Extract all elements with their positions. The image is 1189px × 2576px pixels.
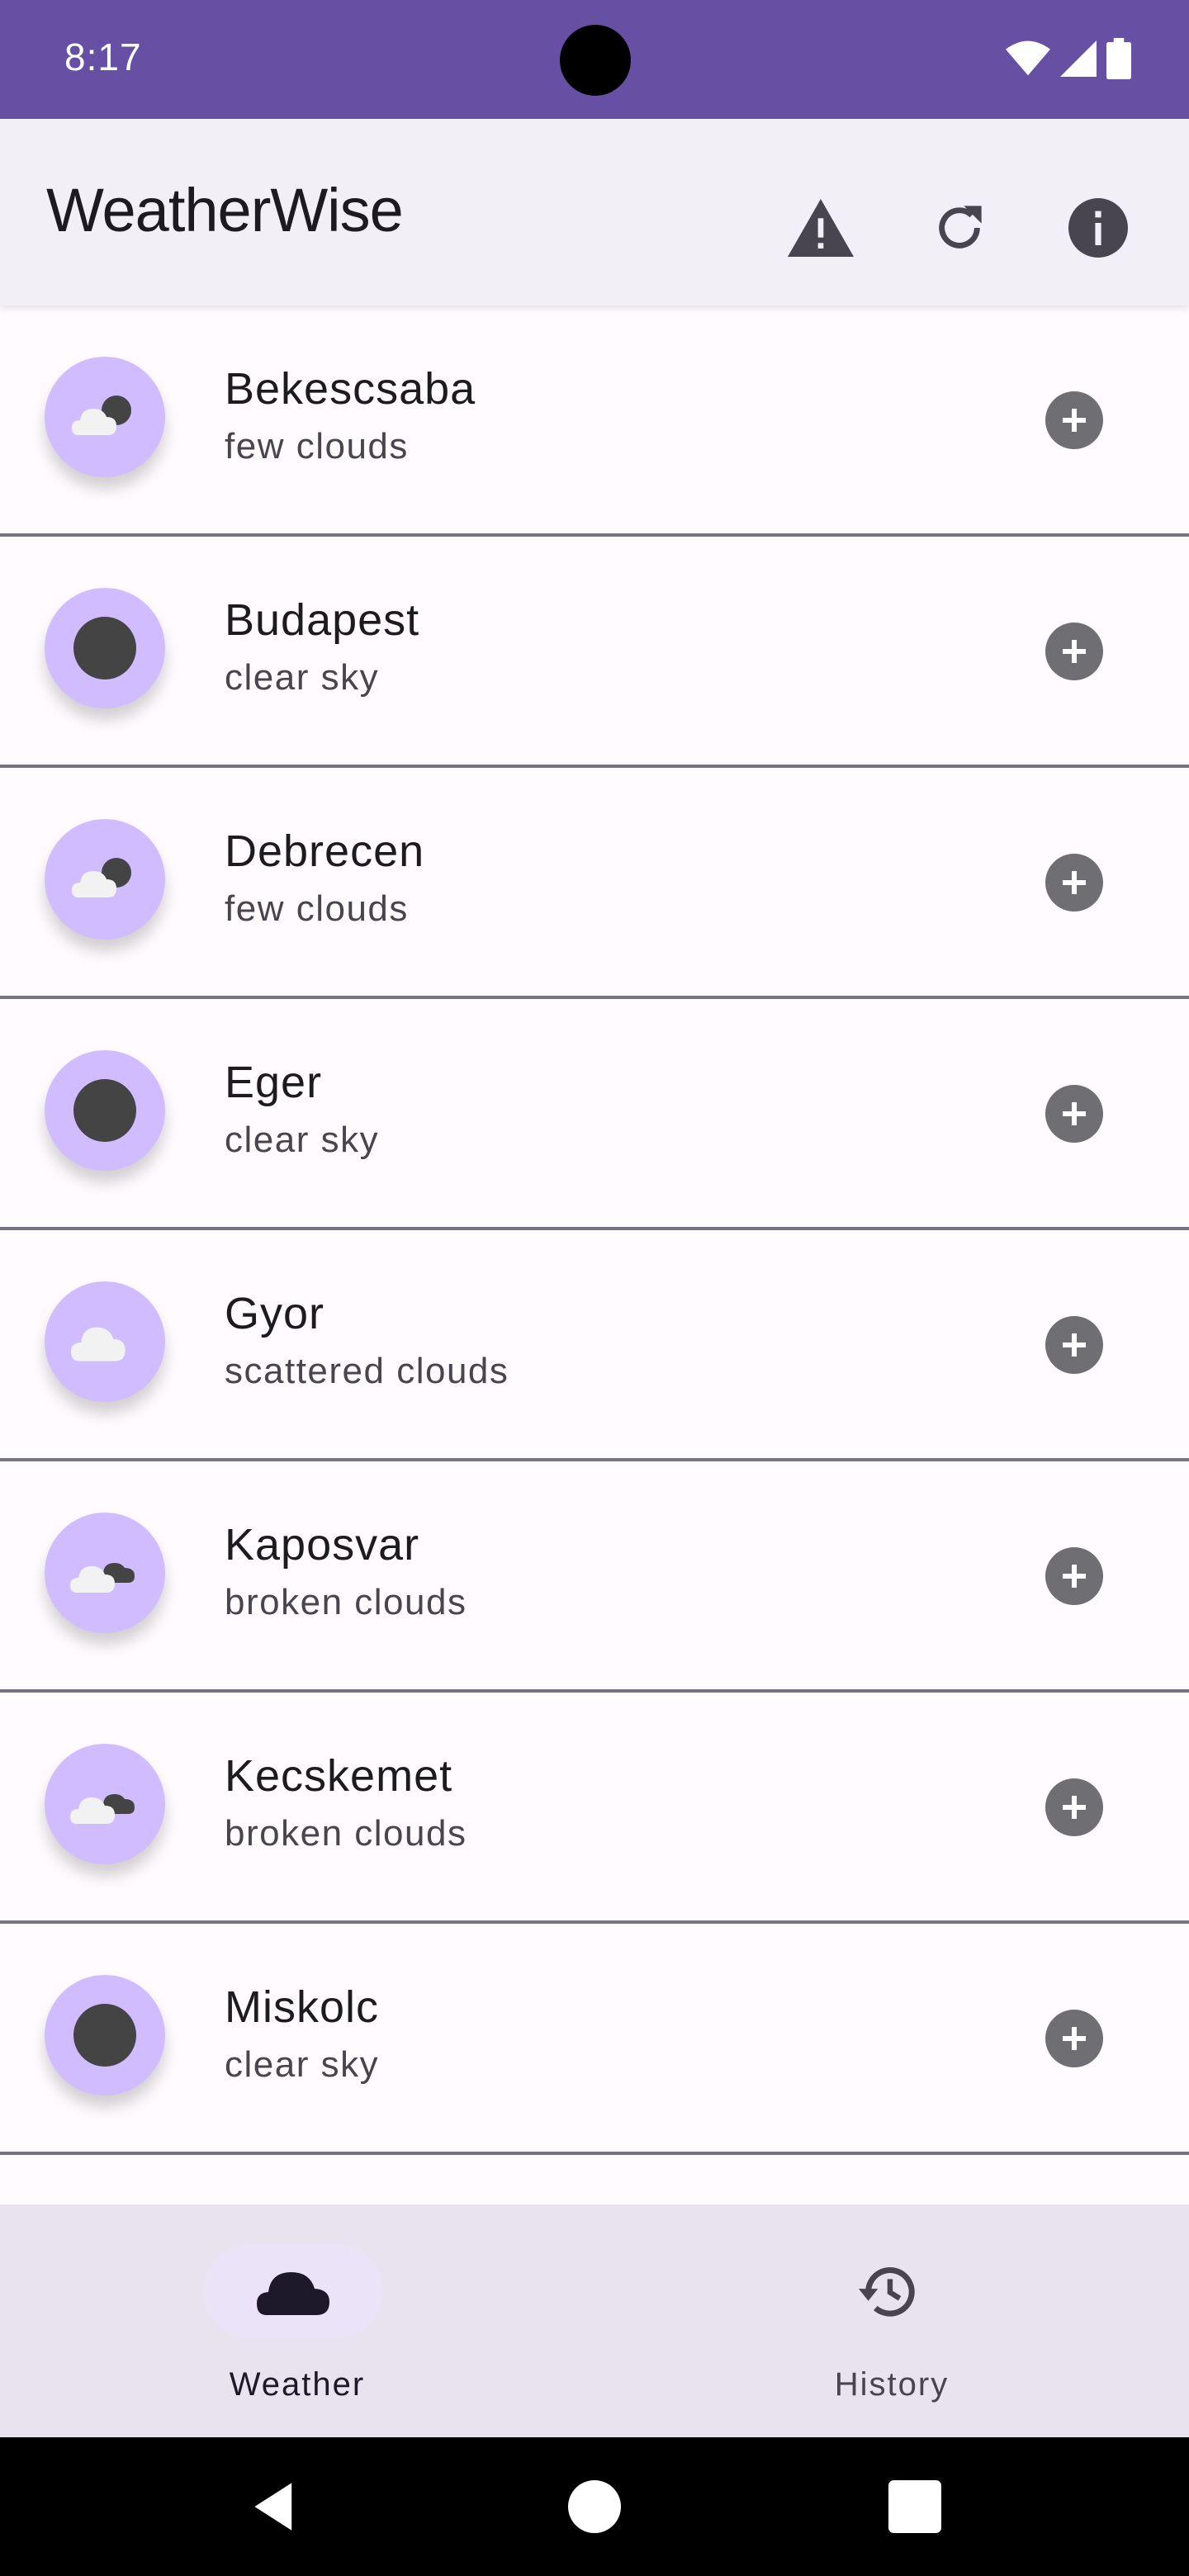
city-name: Eger [225, 1058, 323, 1107]
weather-avatar [45, 1281, 165, 1402]
warning-icon [788, 199, 854, 257]
weather-avatar [45, 819, 165, 940]
weather-avatar [45, 1050, 165, 1171]
nav-item-weather[interactable]: Weather [0, 2204, 594, 2437]
list-item[interactable]: Gyor scattered clouds [0, 1230, 1189, 1461]
warning-button[interactable] [775, 182, 867, 274]
list-item[interactable]: Miskolc clear sky [0, 1924, 1189, 2155]
recents-icon[interactable] [888, 2480, 941, 2533]
few-clouds-icon [72, 858, 131, 897]
add-city-button[interactable] [1045, 1547, 1103, 1605]
list-item[interactable]: Kaposvar broken clouds [0, 1461, 1189, 1693]
bottom-navigation: Weather History [0, 2204, 1189, 2437]
info-button[interactable] [1052, 182, 1144, 274]
weather-description: scattered clouds [225, 1351, 509, 1391]
city-name: Kecskemet [225, 1751, 453, 1801]
weather-avatar [45, 1975, 165, 2095]
nav-item-history[interactable]: History [594, 2204, 1189, 2437]
weather-description: few clouds [225, 888, 409, 929]
status-bar: 8:17 [0, 0, 1189, 119]
list-item[interactable] [0, 2155, 1189, 2204]
nav-label-weather: Weather [229, 2366, 366, 2403]
status-time: 8:17 [64, 36, 142, 78]
app-bar-actions [775, 182, 1144, 274]
few-clouds-icon [72, 395, 131, 435]
plus-icon [1063, 1333, 1086, 1357]
weather-avatar [45, 588, 165, 708]
info-icon [1068, 198, 1128, 258]
broken-clouds-icon [70, 1794, 135, 1824]
refresh-icon [939, 206, 982, 249]
city-name: Budapest [225, 595, 420, 645]
add-city-button[interactable] [1045, 1085, 1103, 1143]
system-navigation-bar [0, 2437, 1189, 2576]
cell-signal-icon [1060, 40, 1097, 77]
weather-avatar [45, 357, 165, 477]
weather-description: broken clouds [225, 1582, 467, 1622]
city-name: Kaposvar [225, 1520, 420, 1570]
clear-sky-icon [73, 1079, 136, 1142]
plus-icon [1063, 1102, 1086, 1125]
city-name: Debrecen [225, 826, 425, 876]
city-name: Miskolc [225, 1982, 380, 2032]
city-name: Bekescsaba [225, 364, 476, 414]
plus-icon [1063, 1565, 1086, 1588]
list-item[interactable]: Bekescsaba few clouds [0, 305, 1189, 537]
plus-icon [1063, 640, 1086, 663]
clear-sky-icon [73, 617, 136, 680]
list-item[interactable]: Eger clear sky [0, 999, 1189, 1230]
camera-cutout [560, 25, 631, 96]
list-item[interactable]: Debrecen few clouds [0, 768, 1189, 999]
back-icon[interactable] [249, 2480, 302, 2533]
add-city-button[interactable] [1045, 1778, 1103, 1836]
clear-sky-icon [73, 2004, 136, 2067]
plus-icon [1063, 409, 1086, 432]
weather-description: clear sky [225, 1120, 380, 1160]
broken-clouds-icon [70, 1563, 135, 1593]
scattered-clouds-icon [71, 1327, 126, 1361]
battery-icon [1106, 38, 1131, 79]
nav-active-indicator [203, 2244, 383, 2338]
add-city-button[interactable] [1045, 391, 1103, 449]
refresh-button[interactable] [913, 182, 1006, 274]
plus-icon [1063, 2027, 1086, 2050]
cloud-icon [257, 2272, 329, 2315]
list-item[interactable]: Budapest clear sky [0, 537, 1189, 768]
weather-description: clear sky [225, 657, 380, 698]
weather-avatar [45, 1744, 165, 1864]
weather-description: few clouds [225, 426, 409, 466]
plus-icon [1063, 871, 1086, 894]
top-app-bar: WeatherWise [0, 119, 1189, 305]
plus-icon [1063, 1796, 1086, 1819]
list-item[interactable]: Kecskemet broken clouds [0, 1693, 1189, 1924]
add-city-button[interactable] [1045, 1316, 1103, 1374]
add-city-button[interactable] [1045, 623, 1103, 680]
status-icons [1006, 38, 1131, 79]
add-city-button[interactable] [1045, 2010, 1103, 2067]
nav-label-history: History [834, 2366, 950, 2403]
history-icon [858, 2267, 915, 2317]
app-title: WeatherWise [46, 176, 404, 244]
weather-description: clear sky [225, 2044, 380, 2085]
weather-description: broken clouds [225, 1813, 467, 1854]
home-icon[interactable] [568, 2480, 621, 2533]
wifi-icon [1006, 40, 1050, 76]
weather-avatar [45, 1513, 165, 1633]
city-name: Gyor [225, 1289, 325, 1338]
city-list[interactable]: Bekescsaba few clouds Budapest clear sky… [0, 305, 1189, 2204]
add-city-button[interactable] [1045, 854, 1103, 912]
